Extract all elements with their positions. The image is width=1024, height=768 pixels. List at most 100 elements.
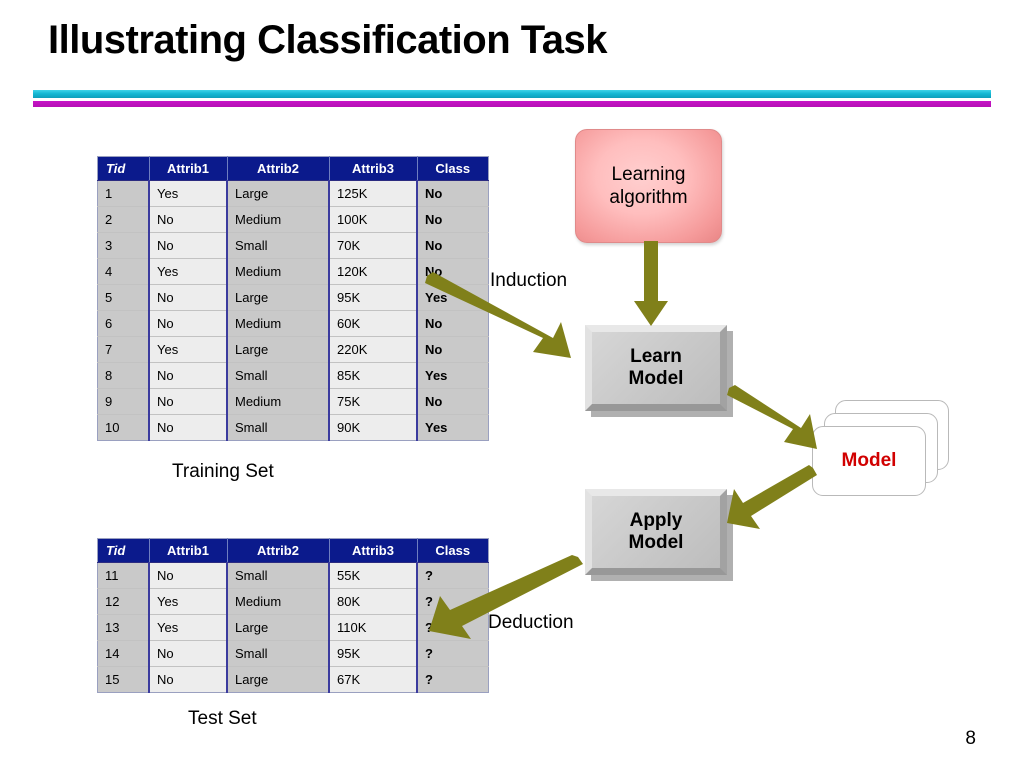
table-row: 13 Yes Large 110K? bbox=[97, 614, 489, 641]
model-card-stack: Model bbox=[812, 400, 949, 496]
cell-tid: 1 bbox=[97, 180, 150, 207]
cell-attrib1: Yes bbox=[149, 258, 228, 285]
cell-attrib2: Small bbox=[227, 232, 330, 259]
cell-attrib1: No bbox=[149, 232, 228, 259]
cell-class: No bbox=[417, 258, 489, 285]
cell-attrib2: Large bbox=[227, 666, 330, 693]
cell-tid: 12 bbox=[97, 588, 150, 615]
table-row: 1 Yes Large 125K No bbox=[97, 180, 489, 207]
page-title: Illustrating Classification Task bbox=[48, 18, 607, 62]
cell-attrib3: 90K bbox=[329, 414, 418, 441]
cell-attrib2: Medium bbox=[227, 310, 330, 337]
cell-tid: 6 bbox=[97, 310, 150, 337]
column-header-class: Class bbox=[417, 156, 489, 181]
table-row: 8 No Small 85K Yes bbox=[97, 362, 489, 389]
divider-teal bbox=[33, 90, 991, 98]
cell-tid: 4 bbox=[97, 258, 150, 285]
cell-class: ? bbox=[417, 562, 489, 589]
test-set-caption: Test Set bbox=[188, 708, 257, 729]
cell-class: ? bbox=[417, 614, 489, 641]
column-header-attrib1: Attrib1 bbox=[149, 156, 228, 181]
cell-attrib1: No bbox=[149, 206, 228, 233]
table-row: 15 No Large 67K? bbox=[97, 666, 489, 693]
cell-class: Yes bbox=[417, 414, 489, 441]
cell-class: No bbox=[417, 336, 489, 363]
training-set-table: Tid Attrib1 Attrib2 Attrib3 Class 1 Yes La… bbox=[97, 156, 489, 441]
table-row: 3 No Small 70K No bbox=[97, 232, 489, 259]
table-row: 9 No Medium 75K No bbox=[97, 388, 489, 415]
cell-tid: 15 bbox=[97, 666, 150, 693]
table-header-row: Tid Attrib1 Attrib2 Attrib3 Class bbox=[97, 156, 489, 181]
cell-attrib2: Small bbox=[227, 414, 330, 441]
cell-tid: 13 bbox=[97, 614, 150, 641]
cell-attrib1: No bbox=[149, 388, 228, 415]
column-header-class: Class bbox=[417, 538, 489, 563]
model-card-front: Model bbox=[812, 426, 926, 496]
column-header-attrib2: Attrib2 bbox=[227, 538, 330, 563]
test-set-table: Tid Attrib1 Attrib2 Attrib3 Class 11 No Sm… bbox=[97, 538, 489, 693]
cell-class: No bbox=[417, 310, 489, 337]
column-header-attrib3: Attrib3 bbox=[329, 156, 418, 181]
cell-attrib1: No bbox=[149, 562, 228, 589]
cell-tid: 7 bbox=[97, 336, 150, 363]
cell-attrib2: Medium bbox=[227, 206, 330, 233]
cell-tid: 2 bbox=[97, 206, 150, 233]
cell-attrib1: Yes bbox=[149, 336, 228, 363]
cell-tid: 9 bbox=[97, 388, 150, 415]
cell-class: No bbox=[417, 206, 489, 233]
cell-attrib2: Large bbox=[227, 614, 330, 641]
cell-attrib3: 80K bbox=[329, 588, 418, 615]
table-row: 14 No Small 95K? bbox=[97, 640, 489, 667]
cell-attrib2: Large bbox=[227, 284, 330, 311]
column-header-tid: Tid bbox=[97, 538, 150, 563]
divider-magenta bbox=[33, 101, 991, 107]
cell-attrib3: 75K bbox=[329, 388, 418, 415]
cell-attrib3: 60K bbox=[329, 310, 418, 337]
learn-model-label: Learn Model bbox=[628, 345, 684, 389]
training-set-caption: Training Set bbox=[172, 461, 274, 482]
cell-class: ? bbox=[417, 640, 489, 667]
deduction-label: Deduction bbox=[488, 612, 574, 633]
cell-tid: 11 bbox=[97, 562, 150, 589]
cell-attrib2: Small bbox=[227, 640, 330, 667]
cell-attrib2: Medium bbox=[227, 258, 330, 285]
cell-attrib2: Large bbox=[227, 336, 330, 363]
cell-tid: 10 bbox=[97, 414, 150, 441]
cell-attrib3: 110K bbox=[329, 614, 418, 641]
column-header-tid: Tid bbox=[97, 156, 150, 181]
cell-attrib3: 67K bbox=[329, 666, 418, 693]
table-row: 10 No Small 90K Yes bbox=[97, 414, 489, 441]
column-header-attrib2: Attrib2 bbox=[227, 156, 330, 181]
cell-attrib2: Small bbox=[227, 362, 330, 389]
training-set-body: 1 Yes Large 125K No 2 No Medium 100K No 3 No Small 70… bbox=[97, 180, 489, 441]
learning-algorithm-box: Learning algorithm bbox=[575, 129, 722, 243]
cell-attrib1: No bbox=[149, 310, 228, 337]
cell-attrib3: 120K bbox=[329, 258, 418, 285]
learn-model-box: Learn Model bbox=[585, 325, 727, 411]
cell-attrib3: 95K bbox=[329, 284, 418, 311]
cell-attrib3: 95K bbox=[329, 640, 418, 667]
cell-tid: 8 bbox=[97, 362, 150, 389]
model-card-label: Model bbox=[841, 450, 897, 471]
cell-attrib2: Large bbox=[227, 180, 330, 207]
cell-attrib2: Medium bbox=[227, 388, 330, 415]
table-row: 7 Yes Large 220K No bbox=[97, 336, 489, 363]
apply-model-box: Apply Model bbox=[585, 489, 727, 575]
table-row: 6 No Medium 60K No bbox=[97, 310, 489, 337]
model-to-apply-arrow bbox=[727, 465, 817, 529]
cell-tid: 5 bbox=[97, 284, 150, 311]
cell-class: ? bbox=[417, 666, 489, 693]
column-header-attrib3: Attrib3 bbox=[329, 538, 418, 563]
cell-attrib1: No bbox=[149, 414, 228, 441]
test-set-body: 11 No Small 55K? 12 Yes Medium 80K? 13 Yes Large 11… bbox=[97, 562, 489, 693]
learn-to-model-arrow bbox=[727, 385, 817, 449]
cell-tid: 3 bbox=[97, 232, 150, 259]
cell-attrib3: 125K bbox=[329, 180, 418, 207]
apply-model-label: Apply Model bbox=[628, 509, 684, 553]
cell-attrib1: Yes bbox=[149, 180, 228, 207]
table-row: 2 No Medium 100K No bbox=[97, 206, 489, 233]
column-header-attrib1: Attrib1 bbox=[149, 538, 228, 563]
cell-attrib1: No bbox=[149, 666, 228, 693]
learning-algorithm-label: Learning algorithm bbox=[609, 163, 688, 208]
table-row: 5 No Large 95K Yes bbox=[97, 284, 489, 311]
